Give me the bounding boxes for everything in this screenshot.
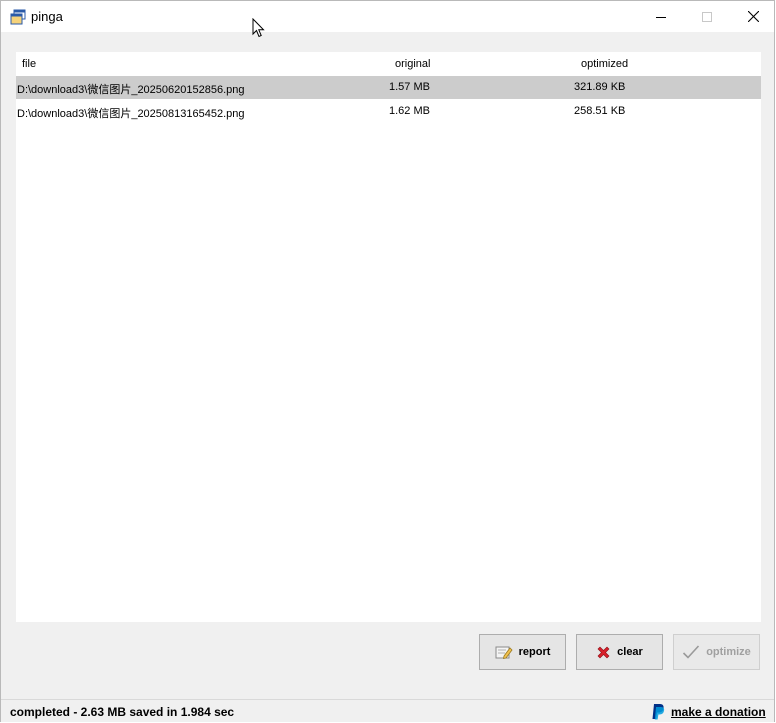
maximize-icon	[702, 11, 712, 22]
status-bar: completed - 2.63 MB saved in 1.984 sec m…	[1, 699, 774, 722]
app-window: pinga file original optimized D:\downloa…	[0, 0, 775, 722]
original-size-cell: 1.62 MB	[389, 105, 430, 117]
maximize-button[interactable]	[684, 1, 730, 32]
minimize-button[interactable]	[638, 1, 684, 32]
original-size-cell: 1.57 MB	[389, 81, 430, 93]
report-button-label: report	[518, 646, 551, 658]
column-header-original[interactable]: original	[395, 58, 430, 70]
column-header-optimized[interactable]: optimized	[581, 58, 628, 70]
client-area: file original optimized D:\download3\微信图…	[1, 32, 774, 699]
close-icon	[747, 11, 759, 22]
optimized-size-cell: 258.51 KB	[574, 105, 626, 117]
mouse-cursor-icon	[252, 17, 265, 43]
report-button[interactable]: report	[479, 634, 566, 670]
report-icon	[495, 644, 513, 660]
file-list[interactable]: file original optimized D:\download3\微信图…	[16, 52, 761, 622]
file-path-cell: D:\download3\微信图片_20250813165452.png	[17, 108, 245, 120]
minimize-icon	[656, 16, 666, 18]
optimize-button-label: optimize	[706, 646, 751, 658]
file-path-cell: D:\download3\微信图片_20250620152856.png	[17, 84, 245, 96]
window-title: pinga	[31, 9, 63, 24]
column-header-file[interactable]: file	[22, 58, 36, 70]
app-window-icon	[10, 9, 26, 25]
table-row[interactable]: D:\download3\微信图片_20250813165452.png 1.6…	[16, 100, 761, 123]
donate-link[interactable]: make a donation	[651, 703, 766, 720]
status-text: completed - 2.63 MB saved in 1.984 sec	[10, 705, 235, 719]
table-row[interactable]: D:\download3\微信图片_20250620152856.png 1.5…	[16, 76, 761, 99]
donate-link-label: make a donation	[671, 704, 766, 719]
clear-button-label: clear	[617, 646, 643, 658]
title-bar[interactable]: pinga	[1, 1, 774, 32]
clear-button[interactable]: clear	[576, 634, 663, 670]
paypal-icon	[651, 703, 665, 720]
clear-icon	[596, 645, 611, 660]
optimize-button[interactable]: optimize	[673, 634, 760, 670]
list-header: file original optimized	[16, 52, 761, 74]
checkmark-icon	[682, 644, 700, 660]
close-button[interactable]	[730, 1, 776, 32]
optimized-size-cell: 321.89 KB	[574, 81, 626, 93]
